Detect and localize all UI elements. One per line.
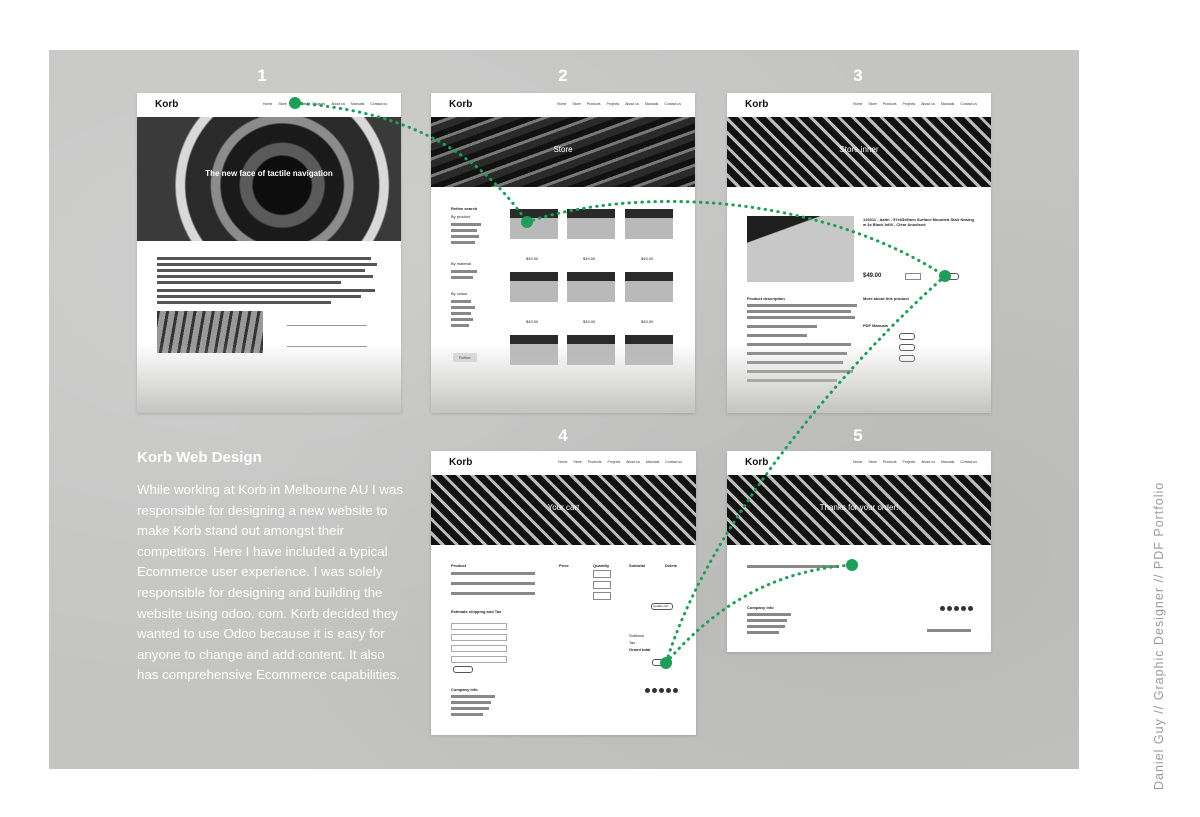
flow-dot bbox=[846, 559, 858, 571]
flow-line-4-to-5 bbox=[664, 563, 854, 665]
flow-line-2-to-3 bbox=[525, 199, 947, 278]
flow-dot bbox=[660, 657, 672, 669]
flow-dot bbox=[521, 216, 533, 228]
flow-line-1-to-2 bbox=[293, 101, 529, 224]
project-title: Korb Web Design bbox=[137, 449, 262, 466]
flow-line-3-to-4 bbox=[664, 274, 947, 665]
project-description: While working at Korb in Melbourne AU I … bbox=[137, 482, 404, 683]
flow-dot bbox=[289, 97, 301, 109]
user-flow-path bbox=[289, 97, 951, 669]
portfolio-side-label: Daniel Guy // Graphic Designer // PDF Po… bbox=[1152, 481, 1166, 790]
flow-dot bbox=[939, 270, 951, 282]
